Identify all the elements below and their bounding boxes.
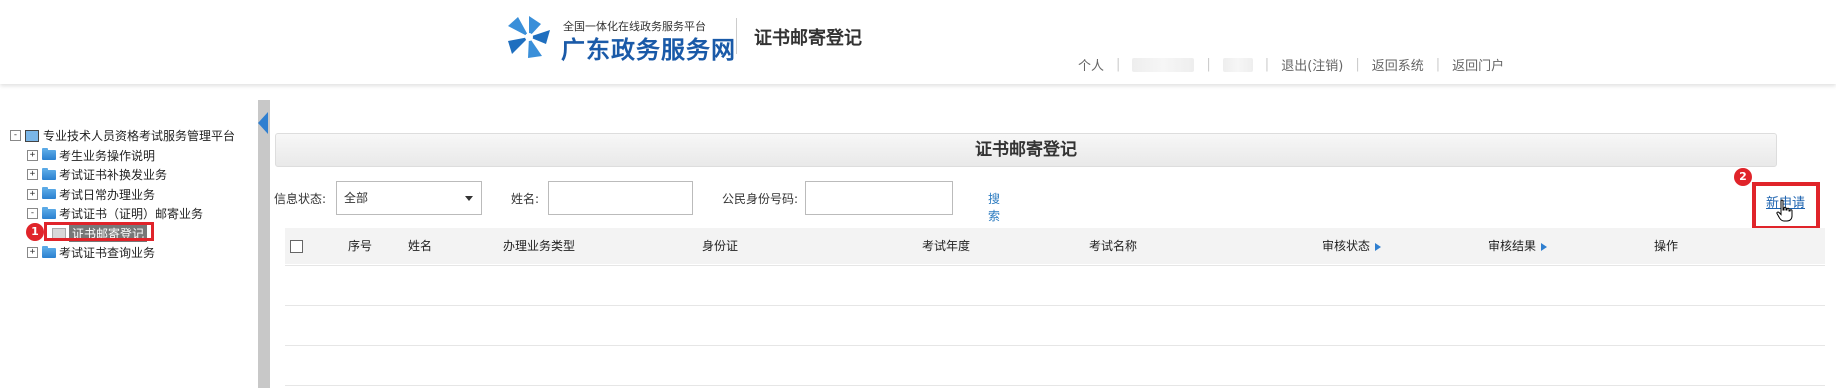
- col-header-label: 审核结果: [1488, 239, 1537, 253]
- computer-icon: [25, 129, 39, 142]
- highlight-box-step1: [44, 222, 154, 241]
- tree-item[interactable]: + 考试证书补换发业务: [10, 165, 235, 185]
- nav-separator: |: [1206, 57, 1211, 72]
- tree-item[interactable]: + 考试证书查询业务: [10, 243, 235, 263]
- folder-icon: [42, 245, 56, 258]
- sort-arrow-icon[interactable]: [1541, 242, 1548, 251]
- tree-item[interactable]: + 考试日常办理业务: [10, 185, 235, 205]
- hand-cursor-icon: [1776, 199, 1793, 222]
- status-select[interactable]: 全部: [336, 181, 482, 215]
- tree-item-label[interactable]: 考试证书补换发业务: [59, 166, 167, 183]
- guangdong-logo-icon: [508, 16, 550, 58]
- folder-icon: [42, 148, 56, 161]
- col-header-sortable[interactable]: 审核结果: [1488, 228, 1548, 264]
- col-header: 考试年度: [922, 239, 971, 253]
- col-header: 考试名称: [1089, 239, 1138, 253]
- redacted-info: [1222, 57, 1253, 72]
- col-header-label: 审核状态: [1322, 239, 1371, 253]
- nav-return-system[interactable]: 返回系统: [1372, 55, 1424, 74]
- tree-item-label[interactable]: 考试日常办理业务: [59, 186, 155, 203]
- expand-toggle-icon[interactable]: +: [27, 169, 38, 181]
- col-header: 身份证: [702, 239, 739, 253]
- table-row-divider: [285, 385, 1825, 386]
- folder-icon: [42, 167, 56, 180]
- tree-item-label[interactable]: 考试证书（证明）邮寄业务: [59, 205, 203, 222]
- status-select-value: 全部: [344, 191, 369, 205]
- panel-splitter[interactable]: [258, 100, 270, 388]
- col-header: 办理业务类型: [503, 239, 576, 253]
- tree-root[interactable]: - 专业技术人员资格考试服务管理平台: [10, 126, 235, 146]
- tree-item-label[interactable]: 考生业务操作说明: [59, 147, 155, 164]
- expand-toggle-icon[interactable]: +: [27, 149, 38, 161]
- nav-separator: |: [1435, 57, 1441, 72]
- nav-separator: |: [1116, 57, 1121, 72]
- col-header: 序号: [348, 239, 373, 253]
- table-row-divider: [285, 345, 1825, 346]
- nav-personal[interactable]: 个人: [1078, 55, 1104, 74]
- table-row-divider: [285, 305, 1825, 306]
- collapse-toggle-icon[interactable]: -: [27, 208, 38, 220]
- nav-separator: |: [1355, 57, 1360, 72]
- tree-item-label[interactable]: 考试证书查询业务: [59, 244, 155, 261]
- id-number-input[interactable]: [805, 181, 953, 215]
- col-header: 操作: [1654, 239, 1679, 253]
- tree-root-label[interactable]: 专业技术人员资格考试服务管理平台: [43, 127, 235, 144]
- col-header-sortable[interactable]: 审核状态: [1322, 228, 1382, 264]
- top-header: 全国一体化在线政务服务平台 广东政务服务网 证书邮寄登记 个人 | | | 退出…: [0, 0, 1836, 84]
- status-label: 信息状态:: [274, 192, 327, 206]
- folder-icon: [42, 187, 56, 200]
- site-brand[interactable]: 广东政务服务网: [561, 30, 736, 65]
- sort-arrow-icon[interactable]: [1375, 242, 1382, 251]
- nav-separator: |: [1264, 57, 1270, 72]
- collapse-toggle-icon[interactable]: -: [10, 130, 21, 142]
- collapse-arrow-icon[interactable]: [258, 112, 268, 134]
- expand-toggle-icon[interactable]: +: [27, 188, 38, 200]
- select-all-checkbox[interactable]: [290, 240, 303, 253]
- tree-item[interactable]: - 考试证书（证明）邮寄业务: [10, 204, 235, 224]
- redacted-username: [1132, 57, 1195, 72]
- open-folder-icon: [42, 206, 56, 219]
- tree-item[interactable]: + 考生业务操作说明: [10, 146, 235, 166]
- nav-logout[interactable]: 退出(注销): [1281, 55, 1343, 74]
- expand-toggle-icon[interactable]: +: [27, 247, 38, 259]
- table-header: 序号 姓名 办理业务类型 身份证 考试年度 考试名称 审核状态 审核结果 操作: [285, 228, 1825, 264]
- dropdown-caret-icon: [465, 196, 473, 201]
- name-label: 姓名:: [511, 192, 540, 206]
- nav-tree: - 专业技术人员资格考试服务管理平台 + 考生业务操作说明 + 考试证书补换发业…: [10, 126, 235, 263]
- search-button[interactable]: 搜索: [988, 190, 1000, 224]
- panel-title: 证书邮寄登记: [275, 133, 1777, 167]
- brand-divider: [736, 18, 737, 54]
- name-input[interactable]: [548, 181, 693, 215]
- step-badge-2: 2: [1734, 168, 1752, 186]
- step-badge-1: 1: [26, 223, 44, 241]
- table-row-divider: [285, 265, 1825, 266]
- nav-return-portal[interactable]: 返回门户: [1452, 55, 1504, 74]
- top-nav: 个人 | | | 退出(注销) | 返回系统 | 返回门户: [1078, 55, 1504, 74]
- id-number-label: 公民身份号码:: [722, 192, 799, 206]
- col-header: 姓名: [408, 239, 433, 253]
- page-title: 证书邮寄登记: [754, 28, 862, 49]
